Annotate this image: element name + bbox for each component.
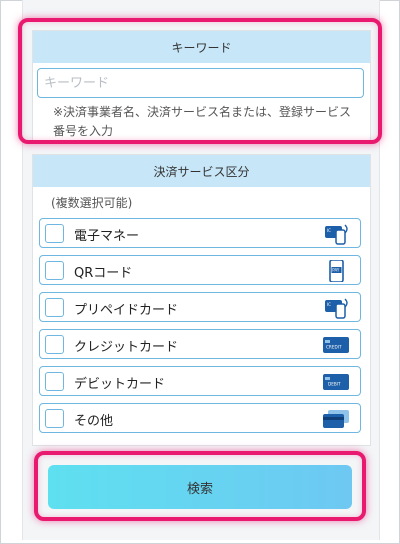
multi-select-note: (複数選択可能) bbox=[51, 196, 133, 210]
option-label: その他 bbox=[74, 414, 114, 429]
option-prepaid-card[interactable]: プリペイドカード IC bbox=[39, 292, 361, 322]
keyword-note: ※決済事業者名、決済サービス名または、登録サービス番号を入力 bbox=[53, 105, 352, 138]
checkbox[interactable] bbox=[45, 298, 64, 317]
option-e-money[interactable]: 電子マネー IC bbox=[39, 218, 361, 248]
credit-card-icon: CREDIT bbox=[322, 334, 350, 360]
phone-pay-icon: PAY bbox=[324, 259, 350, 286]
other-card-icon bbox=[322, 408, 350, 434]
option-label: 電子マネー bbox=[74, 229, 140, 244]
checkbox[interactable] bbox=[45, 261, 64, 280]
service-type-card: 決済サービス区分 (複数選択可能) 電子マネー IC QRコード PAY プリペ… bbox=[32, 154, 371, 446]
keyword-input[interactable] bbox=[37, 68, 364, 98]
search-button[interactable]: 検索 bbox=[48, 465, 352, 509]
option-label: クレジットカード bbox=[74, 340, 179, 355]
option-qr-code[interactable]: QRコード PAY bbox=[39, 255, 361, 285]
option-other[interactable]: その他 bbox=[39, 403, 361, 433]
svg-text:IC: IC bbox=[327, 228, 331, 233]
service-type-header: 決済サービス区分 bbox=[33, 155, 370, 187]
checkbox[interactable] bbox=[45, 224, 64, 243]
keyword-header: キーワード bbox=[33, 31, 370, 63]
prepaid-card-icon: IC bbox=[324, 297, 350, 323]
checkbox[interactable] bbox=[45, 409, 64, 428]
option-label: デビットカード bbox=[74, 377, 166, 392]
svg-text:CREDIT: CREDIT bbox=[326, 345, 342, 350]
option-label: プリペイドカード bbox=[74, 303, 179, 318]
checkbox[interactable] bbox=[45, 335, 64, 354]
option-credit-card[interactable]: クレジットカード CREDIT bbox=[39, 329, 361, 359]
debit-card-icon: DEBIT bbox=[322, 371, 350, 397]
svg-text:IC: IC bbox=[327, 302, 331, 307]
e-money-icon: IC bbox=[324, 223, 350, 249]
svg-text:PAY: PAY bbox=[332, 268, 340, 273]
svg-text:DEBIT: DEBIT bbox=[328, 382, 341, 387]
option-label: QRコード bbox=[74, 266, 133, 281]
keyword-card: キーワード ※決済事業者名、決済サービス名または、登録サービス番号を入力 bbox=[32, 30, 371, 142]
option-debit-card[interactable]: デビットカード DEBIT bbox=[39, 366, 361, 396]
checkbox[interactable] bbox=[45, 372, 64, 391]
